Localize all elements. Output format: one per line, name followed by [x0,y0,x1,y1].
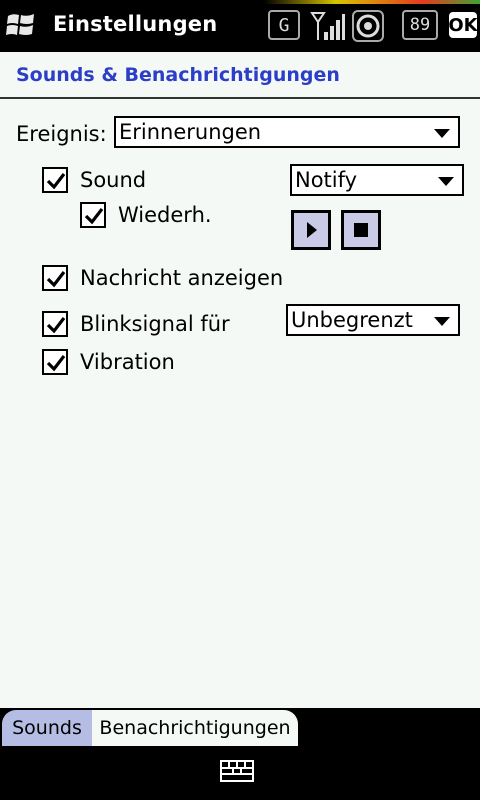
status-accent-line [0,0,480,4]
flash-duration-select[interactable]: Unbegrenzt [286,304,460,336]
chevron-down-icon [434,129,450,138]
flash-checkbox[interactable] [42,311,68,337]
show-message-checkbox[interactable] [42,265,68,291]
stop-button[interactable] [341,210,381,250]
chevron-down-icon [438,177,454,186]
battery-icon: 89 [402,10,438,40]
ok-button[interactable]: OK [448,12,478,38]
flash-label: Blinksignal für [80,312,230,336]
sound-select[interactable]: Notify [290,164,464,196]
windows-start-icon[interactable] [6,11,36,39]
vibration-checkbox[interactable] [42,349,68,375]
flash-duration-value: Unbegrenzt [291,308,413,332]
sound-checkbox[interactable] [42,167,68,193]
vibration-label: Vibration [80,350,175,374]
tab-sounds[interactable]: Sounds [2,710,92,746]
signal-strength-icon [310,10,346,42]
chevron-down-icon [434,317,450,326]
repeat-checkbox[interactable] [80,202,106,228]
checkmark-icon [46,173,66,190]
play-button[interactable] [291,210,331,250]
event-select-value: Erinnerungen [119,120,262,144]
sound-label: Sound [80,168,147,192]
disc-icon [352,10,384,42]
network-g-icon: G [268,10,300,40]
keyboard-icon[interactable] [220,760,254,782]
header-divider [0,97,480,99]
sound-select-value: Notify [295,168,358,192]
event-select[interactable]: Erinnerungen [114,116,460,148]
repeat-label: Wiederh. [118,203,212,227]
stop-icon [354,223,368,237]
app-title: Einstellungen [53,12,218,36]
page-title: Sounds & Benachrichtigungen [16,64,340,86]
checkmark-icon [46,317,66,334]
checkmark-icon [46,355,66,372]
tab-notifications[interactable]: Benachrichtigungen [92,710,298,746]
show-message-label: Nachricht anzeigen [80,266,284,290]
event-label: Ereignis: [16,122,107,146]
checkmark-icon [46,271,66,288]
checkmark-icon [84,208,104,225]
play-icon [307,222,317,238]
